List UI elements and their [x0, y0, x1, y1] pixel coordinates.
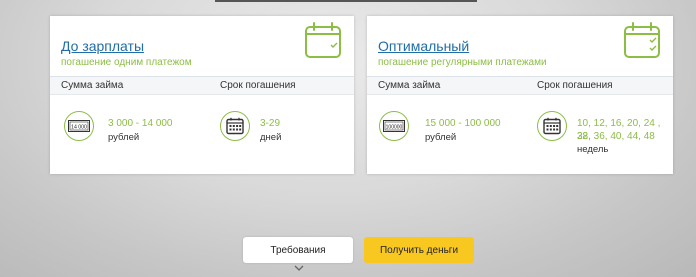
- term-value: 3-29: [260, 118, 281, 129]
- card-title-link[interactable]: Оптимальный: [378, 38, 469, 54]
- term-circle: [537, 111, 567, 141]
- amount-circle: 100000: [379, 111, 409, 141]
- chevron-down-icon[interactable]: [294, 264, 304, 272]
- calendar-check-icon: [305, 22, 341, 58]
- calendar-check-icon: [624, 22, 660, 58]
- top-divider: [215, 0, 477, 2]
- term-value-line2: 32, 36, 40, 44, 48: [577, 131, 655, 142]
- amount-value: 3 000 - 14 000: [108, 118, 173, 129]
- calendar-grid-icon: [226, 117, 244, 135]
- term-label: Срок погашения: [220, 80, 296, 91]
- amount-unit: рублей: [108, 132, 140, 143]
- amount-label: Сумма займа: [378, 80, 441, 91]
- requirements-button[interactable]: Требования: [243, 237, 353, 263]
- loan-card-salary: До зарплаты погашение одним платежом Сум…: [50, 16, 354, 174]
- banknote-text: 14 000: [71, 124, 87, 130]
- term-unit: дней: [260, 132, 282, 143]
- loan-card-optimal: Оптимальный погашение регулярными платеж…: [367, 16, 673, 174]
- banknote-text: 100000: [386, 124, 403, 130]
- card-subtitle: погашение регулярными платежами: [378, 57, 547, 68]
- banknote-icon: 100000: [383, 120, 405, 132]
- amount-label: Сумма займа: [61, 80, 124, 91]
- term-circle: [220, 111, 250, 141]
- card-title-link[interactable]: До зарплаты: [61, 38, 144, 54]
- calendar-grid-icon: [543, 117, 561, 135]
- get-money-button[interactable]: Получить деньги: [364, 237, 474, 263]
- amount-value: 15 000 - 100 000: [425, 118, 501, 129]
- term-unit: недель: [577, 144, 609, 155]
- amount-circle: 14 000: [64, 111, 94, 141]
- amount-unit: рублей: [425, 132, 457, 143]
- term-label: Срок погашения: [537, 80, 613, 91]
- banknote-icon: 14 000: [68, 120, 90, 132]
- card-subtitle: погашение одним платежом: [61, 57, 192, 68]
